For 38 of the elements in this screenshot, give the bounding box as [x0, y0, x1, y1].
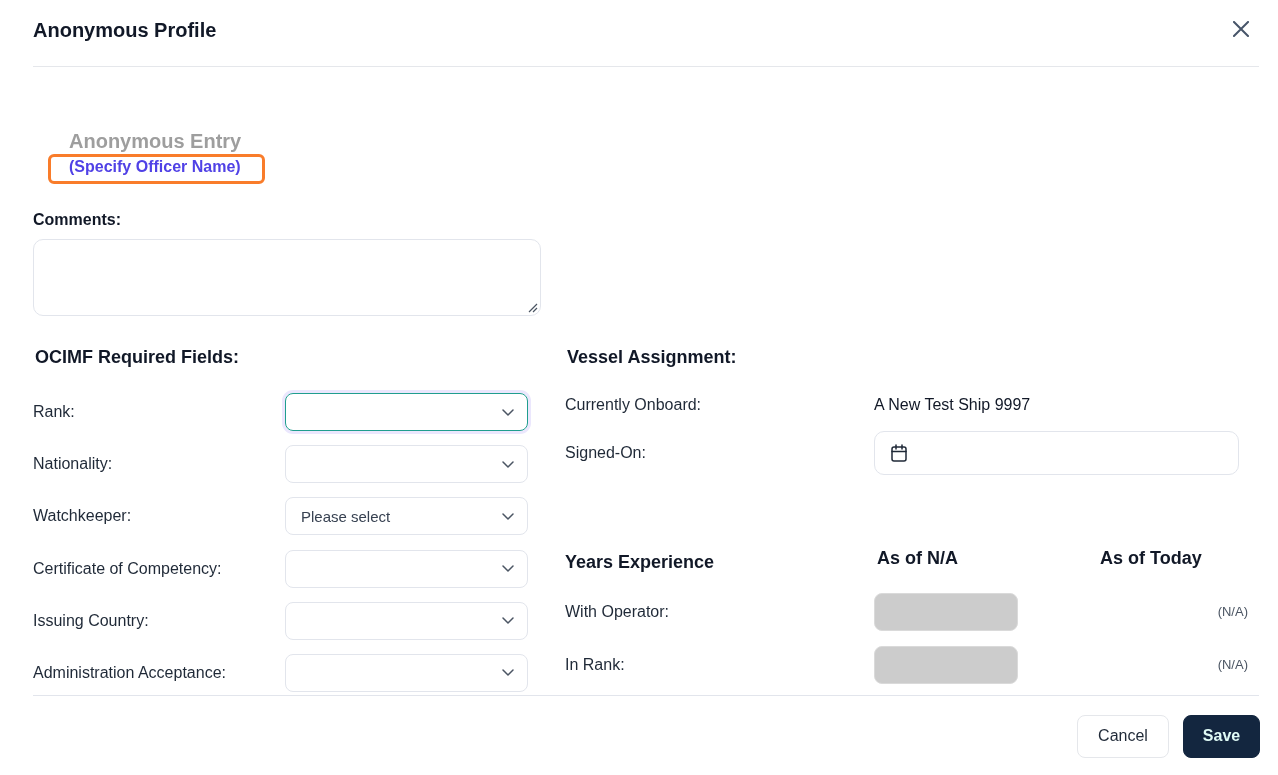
- value-text: (N/A): [1217, 604, 1248, 620]
- close-button[interactable]: [1233, 21, 1249, 37]
- cancel-button[interactable]: Cancel: [1077, 714, 1169, 758]
- column-heading: As of N/A: [877, 547, 958, 569]
- column-heading: As of Today: [1100, 547, 1202, 569]
- section-heading: OCIMF Required Fields:: [35, 346, 239, 368]
- dialog-title: Anonymous Profile: [33, 19, 217, 41]
- entry-title: Anonymous Entry: [69, 130, 242, 152]
- vessel-name: A New Test Ship 9997: [874, 395, 1031, 415]
- save-button[interactable]: Save: [1183, 714, 1260, 758]
- section-heading: Years Experience: [565, 551, 715, 573]
- resize-grip-icon[interactable]: [528, 303, 538, 313]
- field-label: Certificate of Competency:: [33, 558, 223, 579]
- dropdown[interactable]: Please select: [285, 497, 528, 536]
- close-icon: [1233, 21, 1249, 37]
- field-label: Watchkeeper:: [33, 506, 133, 527]
- comments-label: Comments:: [33, 210, 121, 230]
- section-heading: Vessel Assignment:: [567, 346, 737, 368]
- chevron-down-icon: [502, 512, 514, 520]
- chevron-down-icon: [502, 669, 514, 677]
- field-label: Nationality:: [33, 454, 114, 475]
- officer-name-link[interactable]: (Specify Officer Name): [69, 157, 241, 177]
- comments-field[interactable]: [33, 239, 541, 316]
- chevron-down-icon: [502, 617, 514, 625]
- field-label: Currently Onboard:: [565, 395, 702, 415]
- field-label: Rank:: [33, 402, 76, 422]
- date-field[interactable]: [874, 431, 1239, 475]
- field-label: Issuing Country:: [33, 610, 150, 631]
- dropdown[interactable]: [285, 393, 528, 431]
- value-text: (N/A): [1217, 657, 1248, 673]
- field-label: With Operator:: [565, 602, 670, 622]
- chevron-down-icon: [502, 565, 514, 573]
- chevron-down-icon: [502, 460, 514, 468]
- calendar-icon: [891, 444, 907, 462]
- field-label: Signed-On:: [565, 443, 646, 463]
- chevron-down-icon: [502, 408, 514, 416]
- field-label: In Rank:: [565, 655, 625, 675]
- field-label: Administration Acceptance:: [33, 662, 227, 683]
